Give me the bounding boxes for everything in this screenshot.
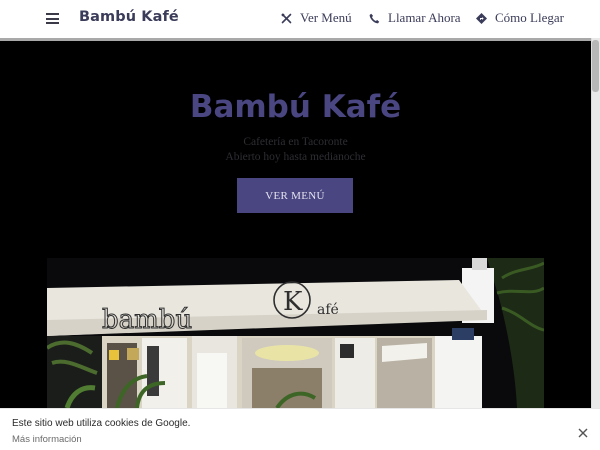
brand-name[interactable]: Bambú Kafé: [79, 9, 179, 25]
hero-subtitle-hours: Abierto hoy hasta medianoche: [225, 151, 366, 163]
svg-text:K: K: [283, 287, 303, 317]
menu-icon[interactable]: [46, 13, 59, 24]
svg-text:bambú: bambú: [102, 305, 192, 335]
nav-llamar-ahora[interactable]: Llamar Ahora: [367, 10, 461, 26]
hero-subtitle-category: Cafetería en Tacoronte: [243, 136, 348, 148]
cookie-message: Este sitio web utiliza cookies de Google…: [12, 418, 191, 429]
nav-como-llegar-label: Cómo Llegar: [495, 10, 564, 25]
ver-menu-button[interactable]: VER MENÚ: [237, 178, 353, 213]
nav-ver-menu-label: Ver Menú: [300, 10, 352, 25]
nav-ver-menu[interactable]: Ver Menú: [279, 10, 352, 26]
cookie-more-info-link[interactable]: Más información: [12, 434, 82, 445]
nav-como-llegar[interactable]: Cómo Llegar: [474, 10, 564, 26]
phone-icon: [367, 11, 381, 25]
page-scrollbar-thumb[interactable]: [592, 40, 599, 92]
nav-llamar-ahora-label: Llamar Ahora: [388, 10, 461, 25]
hero-title: Bambú Kafé: [189, 89, 402, 125]
svg-text:afé: afé: [317, 302, 339, 318]
page-scrollbar-track[interactable]: [591, 38, 600, 450]
cookie-banner: Este sitio web utiliza cookies de Google…: [0, 408, 600, 450]
close-icon[interactable]: [577, 424, 589, 438]
cutlery-icon: [279, 11, 293, 25]
directions-icon: [474, 11, 488, 25]
storefront-photo: bambú K afé: [47, 258, 544, 408]
top-navigation-bar: Bambú Kafé Ver Menú Llamar Ahora Cómo Ll…: [0, 0, 600, 38]
